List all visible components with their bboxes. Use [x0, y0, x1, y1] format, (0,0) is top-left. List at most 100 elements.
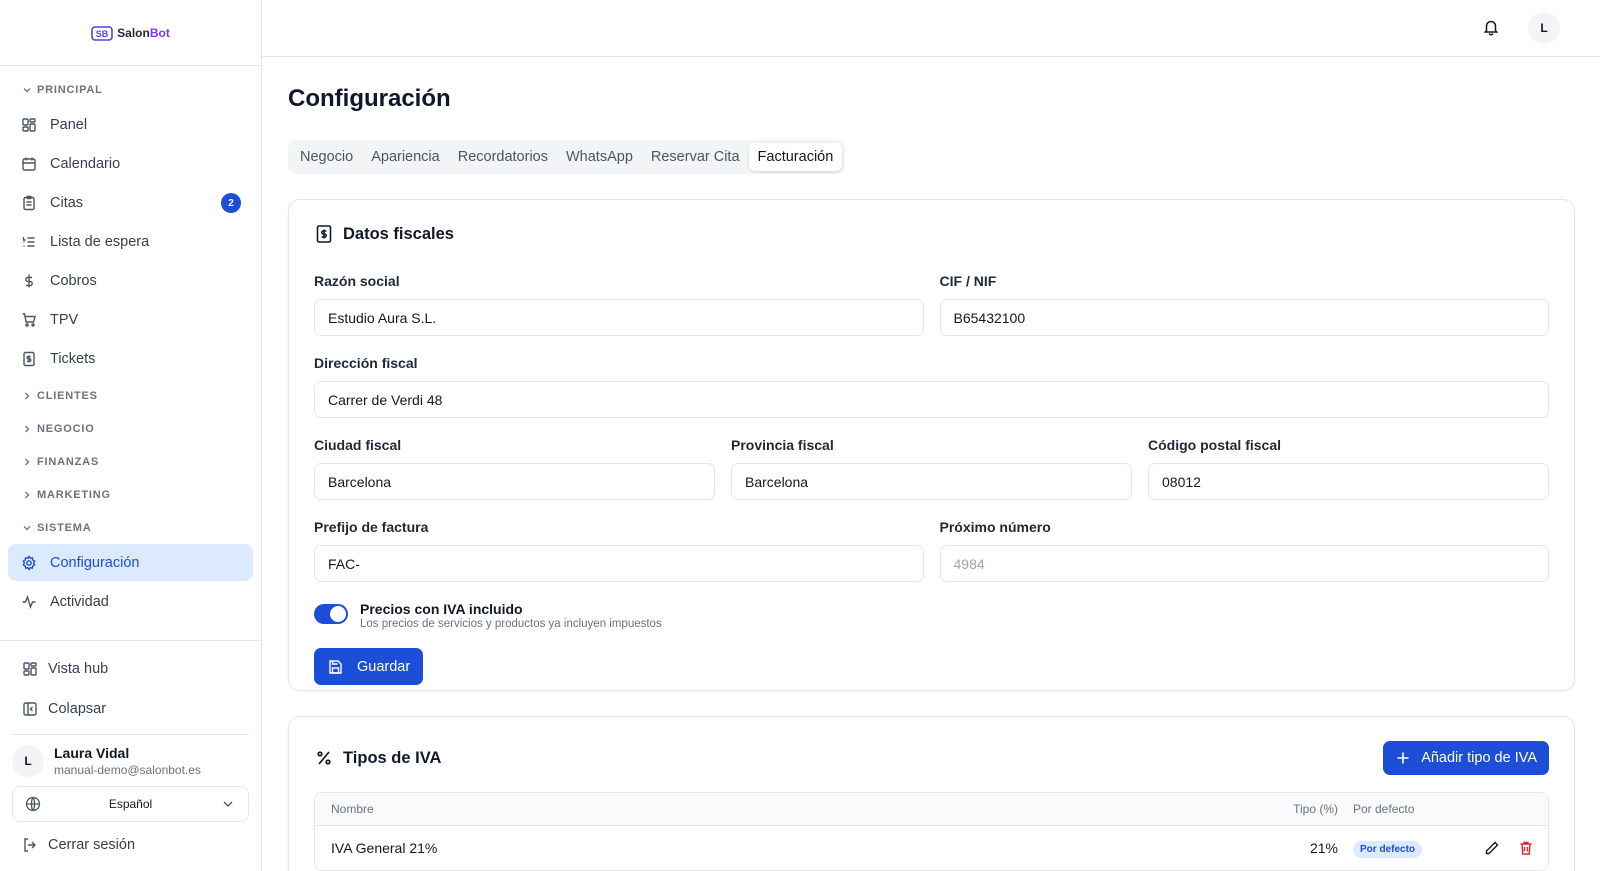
direccion-label: Dirección fiscal — [314, 355, 418, 371]
ciudad-field[interactable]: Barcelona — [314, 463, 715, 500]
logo[interactable]: SB SalonBot — [0, 0, 261, 66]
default-badge: Por defecto — [1353, 840, 1423, 858]
tab-apariencia[interactable]: Apariencia — [362, 143, 449, 171]
chevron-right-icon — [25, 491, 30, 498]
fiscal-data-card: Datos fiscales Razón social Estudio Aura… — [288, 199, 1575, 691]
avatar[interactable]: L — [1528, 12, 1560, 44]
sidebar-item-tickets[interactable]: Tickets — [8, 340, 253, 377]
chevron-down-icon — [23, 525, 31, 530]
sidebar-item-configuracion[interactable]: Configuración — [8, 544, 253, 581]
chevron-right-icon — [25, 392, 30, 399]
activity-icon — [22, 594, 36, 609]
direccion-field[interactable]: Carrer de Verdi 48 — [314, 381, 1549, 418]
bell-icon[interactable] — [1482, 18, 1500, 36]
codigo-postal-label: Código postal fiscal — [1148, 437, 1282, 453]
tab-reservar-cita[interactable]: Reservar Cita — [642, 143, 749, 171]
top-bar: L — [262, 0, 1600, 57]
avatar: L — [12, 745, 44, 777]
sidebar-item-actividad[interactable]: Actividad — [8, 583, 253, 620]
user-profile[interactable]: L Laura Vidal manual-demo@salonbot.es — [12, 734, 249, 777]
provincia-field[interactable]: Barcelona — [731, 463, 1132, 500]
sidebar-item-tpv[interactable]: TPV — [8, 301, 253, 338]
sidebar-item-lista-espera[interactable]: Lista de espera — [8, 223, 253, 260]
iva-toggle-title: Precios con IVA incluido — [360, 601, 523, 617]
vista-hub-button[interactable]: Vista hub — [0, 650, 261, 688]
sidebar-item-calendario[interactable]: Calendario — [8, 145, 253, 182]
logo-text: SalonBot — [117, 25, 170, 40]
page-title: Configuración — [288, 85, 451, 112]
tab-facturacion[interactable]: Facturación — [748, 143, 843, 171]
card-title: Tipos de IVA — [343, 748, 442, 767]
globe-icon — [25, 796, 41, 812]
sidebar-item-panel[interactable]: Panel — [8, 106, 253, 143]
citas-count-badge: 2 — [221, 193, 241, 213]
section-clientes[interactable]: CLIENTES — [0, 379, 261, 412]
save-button[interactable]: Guardar — [314, 648, 424, 685]
prefijo-field[interactable]: FAC- — [314, 545, 924, 582]
card-title: Datos fiscales — [343, 224, 454, 243]
gear-icon — [22, 554, 36, 571]
prefijo-label: Prefijo de factura — [314, 519, 429, 535]
cif-field[interactable]: B65432100 — [939, 299, 1549, 336]
section-marketing[interactable]: MARKETING — [0, 478, 261, 511]
table-row: IVA General 21% 21% Por defecto — [315, 826, 1548, 870]
sidebar-item-label: Actividad — [50, 593, 109, 610]
plus-icon — [1397, 752, 1409, 764]
add-iva-type-button[interactable]: Añadir tipo de IVA — [1383, 741, 1549, 775]
pencil-icon[interactable] — [1484, 840, 1500, 856]
card-header: Datos fiscales — [314, 224, 1549, 244]
cart-icon — [22, 312, 36, 327]
column-header-default: Por defecto — [1353, 802, 1415, 816]
cif-label: CIF / NIF — [939, 273, 997, 289]
grid-icon — [23, 662, 37, 676]
toggle-knob — [330, 606, 346, 622]
user-email: manual-demo@salonbot.es — [54, 763, 201, 777]
iva-types-table: Nombre Tipo (%) Por defecto IVA General … — [314, 792, 1549, 871]
sidebar-item-label: TPV — [50, 311, 79, 328]
iva-included-toggle[interactable] — [314, 604, 348, 624]
proximo-numero-field[interactable]: 4984 — [939, 545, 1549, 582]
clipboard-icon — [23, 195, 35, 210]
chevron-right-icon — [25, 458, 30, 465]
iva-toggle-description: Los precios de servicios y productos ya … — [360, 618, 662, 630]
sidebar-item-label: Calendario — [50, 155, 121, 172]
grid-icon — [22, 117, 36, 132]
collapse-sidebar-button[interactable]: Colapsar — [0, 690, 261, 728]
sidebar-item-label: Citas — [50, 194, 84, 211]
iva-types-card: Tipos de IVA Añadir tipo de IVA Nombre T… — [288, 716, 1575, 871]
provincia-label: Provincia fiscal — [731, 437, 834, 453]
sidebar-item-label: Configuración — [50, 554, 140, 571]
user-name: Laura Vidal — [54, 745, 130, 761]
section-finanzas[interactable]: FINANZAS — [0, 445, 261, 478]
sidebar-footer: Vista hub Colapsar L Laura Vidal manual-… — [0, 640, 261, 864]
language-select[interactable]: Español — [12, 786, 249, 822]
trash-icon[interactable] — [1518, 840, 1534, 856]
section-negocio[interactable]: NEGOCIO — [0, 412, 261, 445]
list-icon — [22, 236, 35, 247]
percent-icon — [317, 751, 331, 765]
language-value: Español — [108, 797, 153, 811]
sidebar-item-cobros[interactable]: Cobros — [8, 262, 253, 299]
card-header: Tipos de IVA — [314, 748, 441, 768]
chevron-down-icon — [23, 87, 31, 92]
tab-whatsapp[interactable]: WhatsApp — [557, 143, 642, 171]
logout-button[interactable]: Cerrar sesión — [0, 826, 261, 864]
sidebar-item-label: Tickets — [50, 350, 96, 367]
dollar-icon — [25, 274, 33, 287]
sidebar-item-label: Cobros — [50, 272, 97, 289]
column-header-name: Nombre — [331, 802, 374, 816]
panel-collapse-icon — [23, 702, 37, 716]
sidebar-item-citas[interactable]: Citas 2 — [8, 184, 253, 221]
section-principal[interactable]: PRINCIPAL — [0, 73, 261, 106]
settings-tabs: Negocio Apariencia Recordatorios WhatsAp… — [288, 140, 846, 174]
iva-name: IVA General 21% — [331, 840, 438, 856]
main-content: Configuración Negocio Apariencia Recorda… — [288, 57, 1575, 871]
tab-negocio[interactable]: Negocio — [291, 143, 362, 171]
section-sistema[interactable]: SISTEMA — [0, 511, 261, 544]
codigo-postal-field[interactable]: 08012 — [1148, 463, 1549, 500]
proximo-numero-label: Próximo número — [939, 519, 1051, 535]
tab-recordatorios[interactable]: Recordatorios — [449, 143, 557, 171]
razon-social-field[interactable]: Estudio Aura S.L. — [314, 299, 924, 336]
svg-text:SB: SB — [96, 29, 109, 39]
sidebar-item-label: Lista de espera — [50, 233, 150, 250]
